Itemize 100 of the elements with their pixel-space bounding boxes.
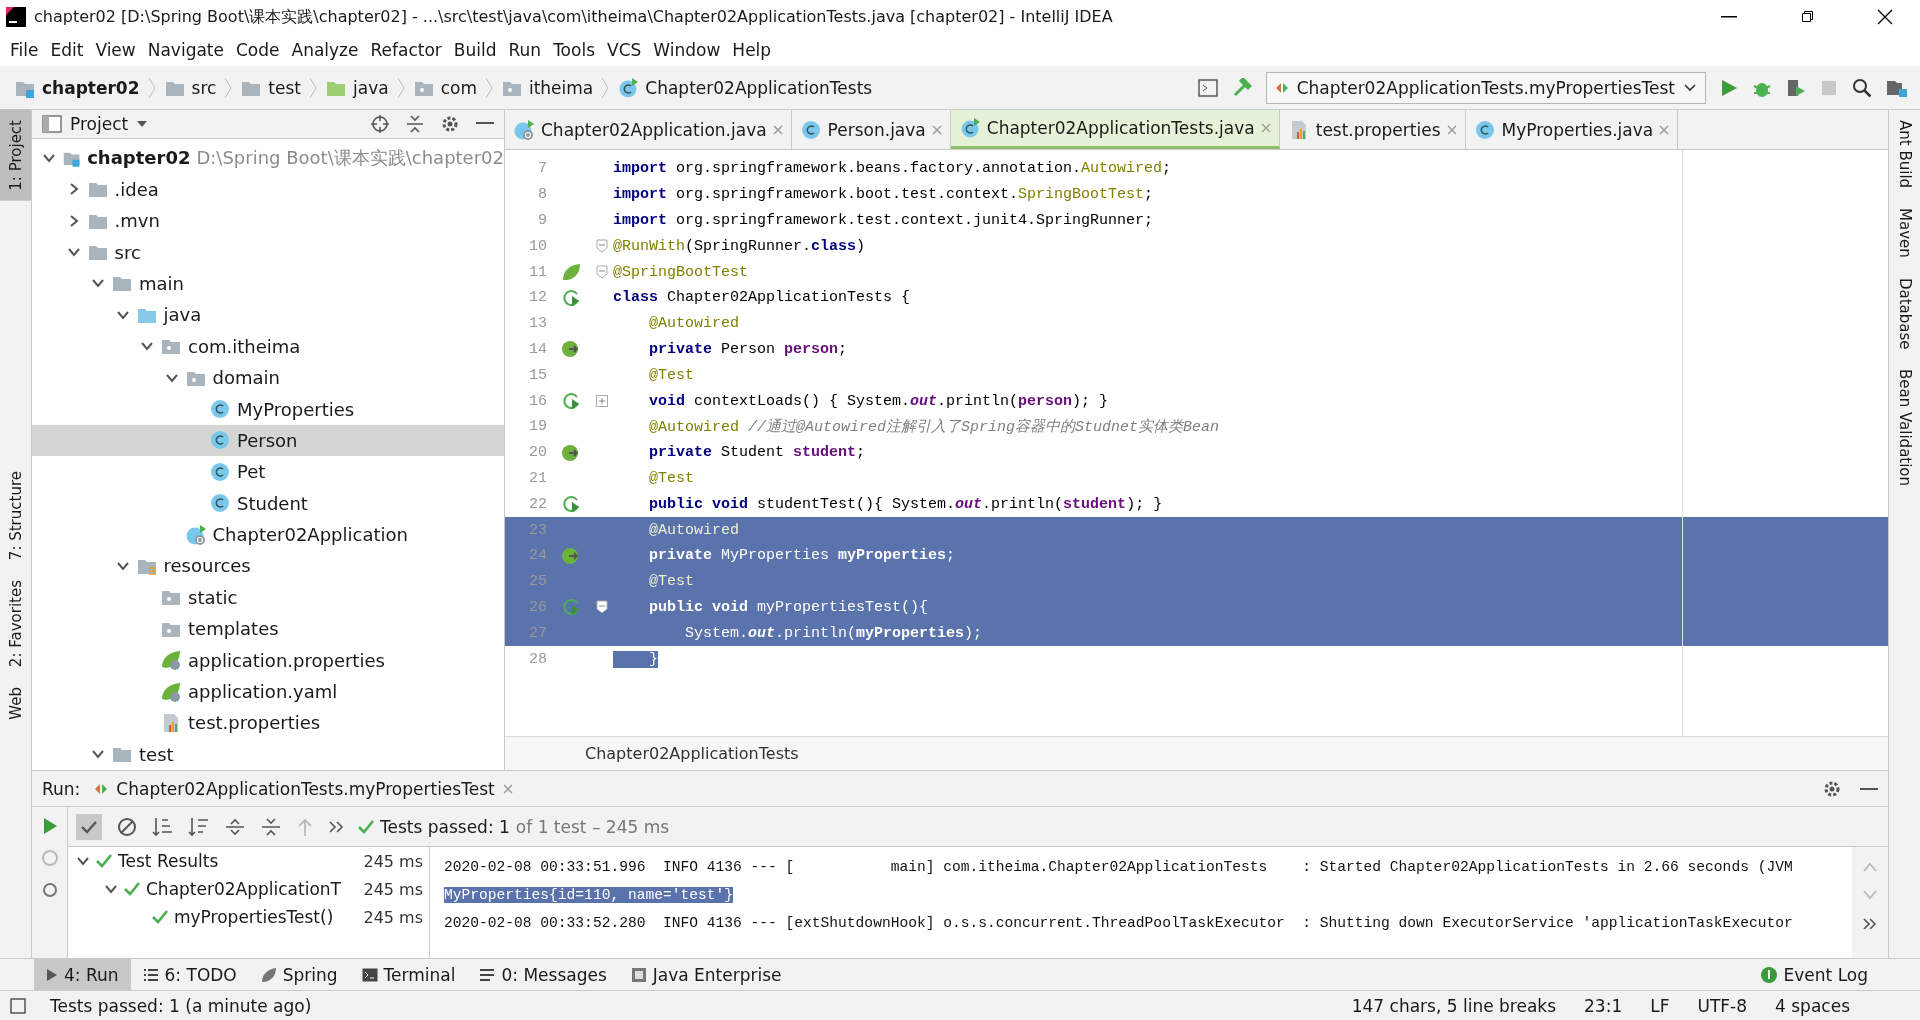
- tree-item[interactable]: domain: [32, 361, 504, 394]
- result-node[interactable]: Test Results 245 ms: [68, 847, 429, 875]
- fold-marker-icon[interactable]: [596, 239, 608, 254]
- menu-item[interactable]: View: [89, 40, 142, 60]
- run-test-icon[interactable]: [561, 287, 581, 308]
- tool-window-tab[interactable]: Web: [0, 676, 31, 730]
- breadcrumb-item[interactable]: itheima: [500, 76, 594, 99]
- tree-item[interactable]: src: [32, 236, 504, 268]
- tool-window-tab[interactable]: Bean Validation: [1889, 359, 1920, 497]
- tree-item[interactable]: resources: [32, 550, 504, 582]
- search-icon[interactable]: [1852, 77, 1872, 98]
- collapse-all-icon[interactable]: [260, 816, 282, 837]
- sort-by-duration-icon[interactable]: [188, 816, 210, 837]
- tree-item[interactable]: java: [32, 299, 504, 331]
- breadcrumb-item[interactable]: src: [163, 76, 217, 99]
- tree-item[interactable]: main: [32, 267, 504, 300]
- status-item[interactable]: 4 spaces: [1775, 995, 1850, 1016]
- menu-item[interactable]: Refactor: [364, 40, 448, 60]
- tree-item[interactable]: chapter02 D:\Spring Boot\课本实践\chapter02: [32, 142, 504, 174]
- tree-item[interactable]: com.itheima: [32, 330, 504, 362]
- expand-all-icon[interactable]: [224, 816, 246, 837]
- tree-item[interactable]: Pet: [32, 456, 504, 488]
- status-item[interactable]: LF: [1650, 995, 1670, 1016]
- tree-item[interactable]: Student: [32, 487, 504, 519]
- bean-link-icon[interactable]: [561, 339, 581, 360]
- tree-item[interactable]: Person: [32, 424, 504, 457]
- show-ignored-icon[interactable]: [116, 815, 138, 838]
- menu-item[interactable]: Window: [647, 40, 727, 60]
- breadcrumb-item[interactable]: test: [240, 76, 301, 99]
- breadcrumb-item[interactable]: com: [412, 76, 477, 99]
- status-item[interactable]: UTF-8: [1697, 995, 1748, 1016]
- tool-window-tab[interactable]: Maven: [1889, 198, 1920, 268]
- result-node[interactable]: myPropertiesTest() 245 ms: [68, 903, 429, 931]
- tree-item[interactable]: .idea: [32, 173, 504, 205]
- menu-item[interactable]: Navigate: [141, 40, 230, 60]
- event-log-tab[interactable]: Event Log: [1747, 959, 1880, 990]
- breadcrumb-item[interactable]: chapter02: [14, 76, 140, 99]
- menu-item[interactable]: Help: [726, 40, 778, 60]
- tree-item[interactable]: Chapter02Application: [32, 518, 504, 551]
- tool-window-tab[interactable]: 1: Project: [0, 110, 31, 201]
- menu-item[interactable]: Code: [230, 40, 286, 60]
- rerun-icon[interactable]: [41, 817, 58, 835]
- status-item[interactable]: 147 chars, 5 line breaks: [1351, 995, 1557, 1016]
- editor-tab[interactable]: test.properties: [1279, 110, 1466, 149]
- menu-item[interactable]: Analyze: [285, 40, 365, 60]
- tree-item[interactable]: static: [32, 581, 504, 614]
- editor-tab[interactable]: Chapter02ApplicationTests.java: [950, 110, 1280, 149]
- window-icon[interactable]: [1197, 78, 1218, 97]
- tree-item[interactable]: test.properties: [32, 707, 504, 739]
- more-icon[interactable]: [328, 819, 344, 834]
- restore-icon[interactable]: [1799, 9, 1815, 25]
- breadcrumb-item[interactable]: Chapter02ApplicationTests: [617, 76, 873, 99]
- project-view-dropdown[interactable]: Project: [42, 114, 149, 135]
- result-node[interactable]: Chapter02ApplicationT 245 ms: [68, 875, 429, 903]
- tree-item[interactable]: test: [32, 738, 504, 770]
- tool-window-tab[interactable]: Database: [1889, 267, 1920, 360]
- bean-link-icon[interactable]: [561, 442, 581, 463]
- tool-window-tab[interactable]: Ant Build: [1889, 110, 1920, 199]
- tool-window-tab[interactable]: 2: Favorites: [0, 569, 31, 677]
- editor-tab[interactable]: MyProperties.java: [1465, 110, 1679, 149]
- tool-window-tab[interactable]: 7: Structure: [0, 460, 31, 570]
- tree-item[interactable]: application.yaml: [32, 675, 504, 708]
- menu-item[interactable]: Tools: [547, 40, 601, 60]
- status-item[interactable]: 23:1: [1584, 995, 1623, 1016]
- collapse-all-icon[interactable]: [406, 114, 424, 135]
- close-icon[interactable]: [1877, 9, 1893, 25]
- show-passed-icon[interactable]: [76, 813, 102, 840]
- locate-icon[interactable]: [370, 114, 390, 135]
- editor-breadcrumb[interactable]: Chapter02ApplicationTests: [585, 744, 799, 763]
- breadcrumb-item[interactable]: java: [325, 76, 389, 99]
- run-config-dropdown[interactable]: Chapter02ApplicationTests.myPropertiesTest: [1265, 71, 1706, 104]
- run-tab[interactable]: Chapter02ApplicationTests.myPropertiesTest: [94, 778, 513, 799]
- run-test-icon[interactable]: [561, 494, 581, 515]
- sort-alphabetically-icon[interactable]: [152, 816, 174, 837]
- menu-item[interactable]: Run: [502, 40, 548, 60]
- tree-item[interactable]: application.properties: [32, 644, 504, 676]
- tool-window-tab[interactable]: 0: Messages: [467, 959, 619, 990]
- menu-item[interactable]: File: [4, 40, 45, 60]
- menu-item[interactable]: VCS: [601, 40, 648, 60]
- tool-window-tab[interactable]: Java Enterprise: [618, 959, 794, 990]
- tree-item[interactable]: MyProperties: [32, 393, 504, 425]
- editor-tab[interactable]: Person.java: [791, 110, 951, 149]
- more-icon[interactable]: [1863, 917, 1877, 929]
- menu-item[interactable]: Edit: [44, 40, 90, 60]
- tool-window-tab[interactable]: Terminal: [349, 959, 468, 990]
- run-icon[interactable]: [1720, 77, 1738, 98]
- tree-item[interactable]: templates: [32, 613, 504, 645]
- minimize-icon[interactable]: [1721, 16, 1737, 18]
- editor-tab[interactable]: Chapter02Application.java: [505, 110, 792, 149]
- coverage-icon[interactable]: [1786, 77, 1806, 98]
- spring-leaf-icon[interactable]: [561, 262, 581, 283]
- menu-item[interactable]: Build: [447, 40, 503, 60]
- toggle-panels-icon[interactable]: [10, 997, 26, 1014]
- tool-window-tab[interactable]: Spring: [248, 959, 350, 990]
- tool-window-tab[interactable]: 6: TODO: [130, 959, 249, 990]
- tree-item[interactable]: .mvn: [32, 204, 504, 237]
- run-test-icon[interactable]: [561, 391, 581, 412]
- fold-marker-icon[interactable]: [596, 265, 608, 280]
- tool-window-tab[interactable]: 4: Run: [34, 959, 131, 990]
- fold-marker-icon[interactable]: [596, 600, 608, 615]
